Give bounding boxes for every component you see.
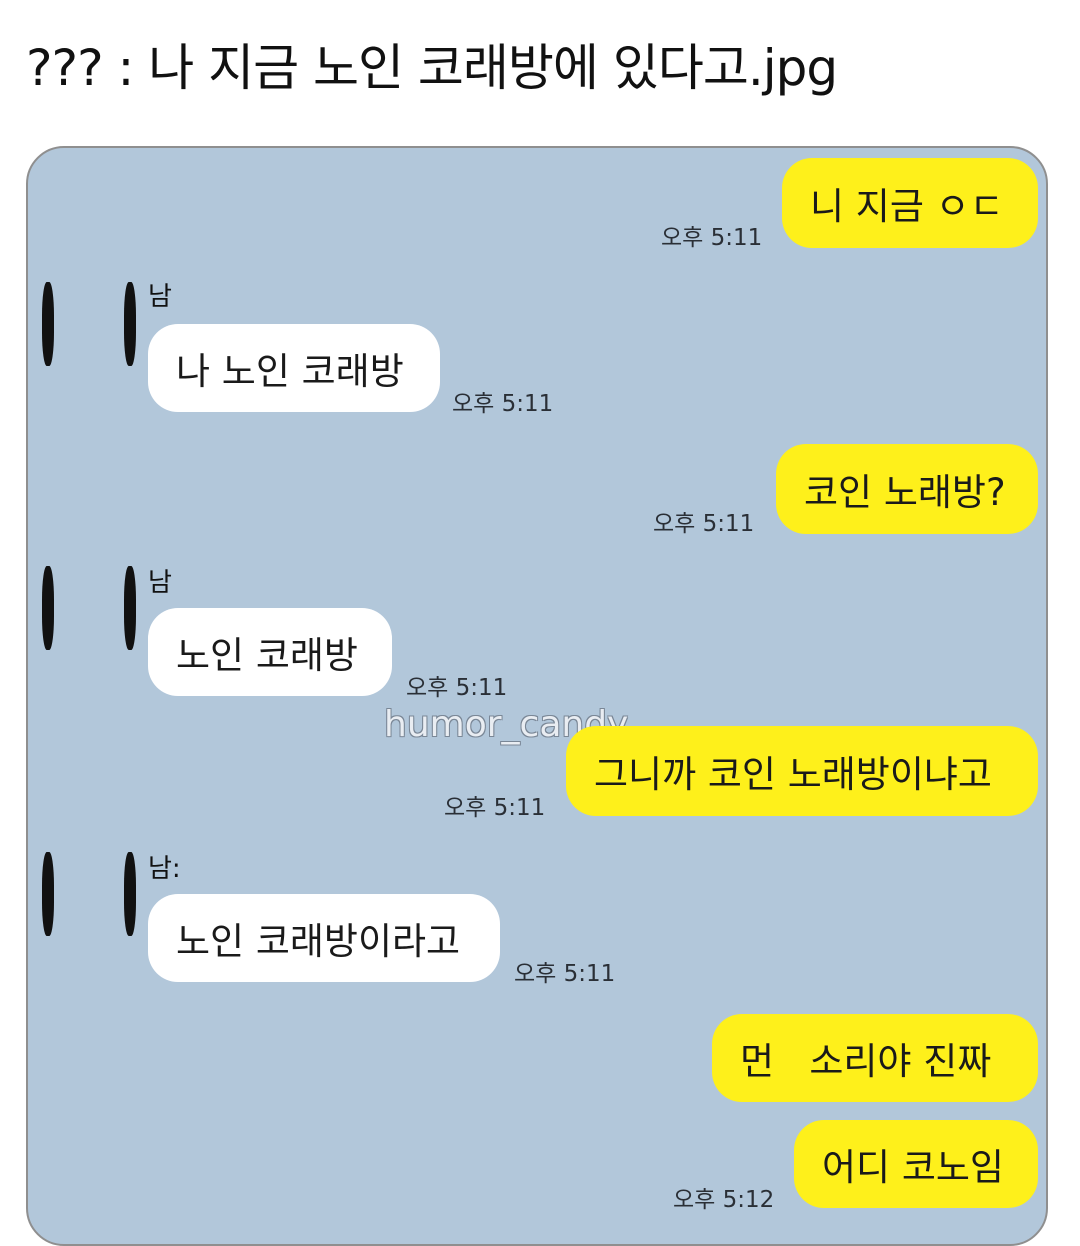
their-message-bubble[interactable]: 나 노인 코래방	[148, 324, 440, 412]
message-time: 오후 5:11	[653, 511, 755, 537]
message-time: 오후 5:11	[514, 961, 616, 987]
message-text: 노인 코래방이라고	[176, 920, 461, 963]
chat-screenshot: 니 지금 ㅇㄷ 오후 5:11 남 나 노인 코래방 오후 5:11 코인 노래…	[26, 146, 1048, 1246]
message-text: 먼 소리야 진짜	[740, 1040, 992, 1083]
sender-avatar[interactable]	[32, 852, 136, 952]
message-time: 오후 5:11	[661, 225, 763, 251]
my-message-bubble[interactable]: 그니까 코인 노래방이냐고	[566, 726, 1038, 816]
sender-avatar[interactable]	[32, 566, 136, 666]
sender-name: 남:	[148, 854, 181, 884]
message-text: 코인 노래방?	[804, 471, 1006, 514]
my-message-bubble[interactable]: 니 지금 ㅇㄷ	[782, 158, 1038, 248]
my-message-bubble[interactable]: 어디 코노임	[794, 1120, 1038, 1208]
their-message-bubble[interactable]: 노인 코래방이라고	[148, 894, 500, 982]
message-time: 오후 5:11	[452, 391, 554, 417]
message-text: 노인 코래방	[176, 634, 358, 677]
my-message-bubble[interactable]: 코인 노래방?	[776, 444, 1038, 534]
message-text: 나 노인 코래방	[176, 350, 404, 393]
message-time: 오후 5:11	[444, 795, 546, 821]
message-text: 어디 코노임	[822, 1146, 1004, 1189]
sender-avatar[interactable]	[32, 282, 136, 382]
message-text: 니 지금 ㅇㄷ	[810, 185, 1004, 228]
their-message-bubble[interactable]: 노인 코래방	[148, 608, 392, 696]
message-text: 그니까 코인 노래방이냐고	[594, 753, 992, 796]
sender-name: 남	[148, 282, 172, 312]
message-time: 오후 5:11	[406, 675, 508, 701]
post-title: ??? : 나 지금 노인 코래방에 있다고.jpg	[26, 39, 838, 97]
sender-name: 남	[148, 568, 172, 598]
message-time: 오후 5:12	[673, 1187, 775, 1213]
my-message-bubble[interactable]: 먼 소리야 진짜	[712, 1014, 1038, 1102]
